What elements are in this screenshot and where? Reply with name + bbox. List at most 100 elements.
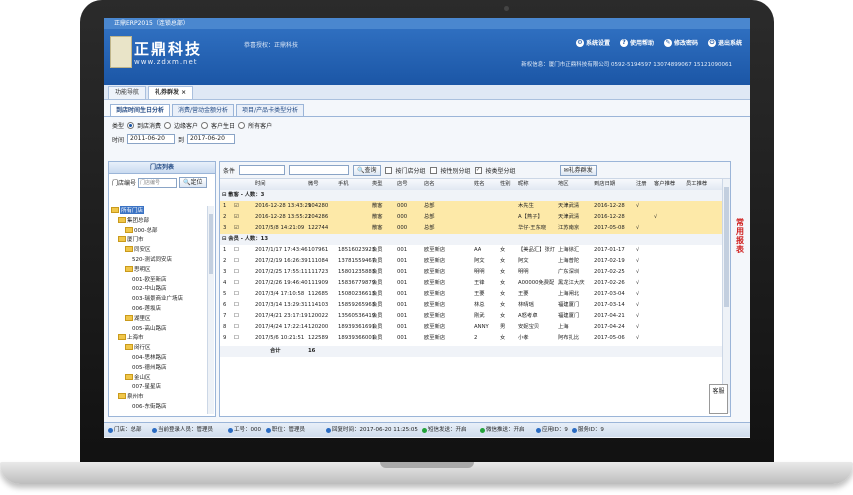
close-icon[interactable]: × — [181, 89, 186, 96]
tree-node[interactable]: 000-总部 — [125, 226, 157, 234]
condition-input[interactable] — [289, 165, 350, 175]
tree-node[interactable]: 002-中山路店 — [132, 284, 166, 292]
column-header[interactable]: 手机 — [338, 179, 349, 190]
column-header[interactable]: 类型 — [372, 179, 383, 190]
table-row[interactable]: 7 ☐ 2017/4/21 23:17:19 120022 13560536419 会员 0… — [220, 311, 722, 322]
tree-node[interactable]: 金山区 — [125, 373, 151, 381]
row-checkbox[interactable]: ☐ — [234, 256, 239, 267]
table-row[interactable]: 1 ☑ 2016-12-28 13:43:29 104280 散客 000 总部 木先生 天津武… — [220, 201, 722, 212]
tree-node[interactable]: 泉州市 — [118, 392, 144, 400]
tree-node[interactable]: 003-瑞景商业广场店 — [132, 294, 183, 302]
tree-node[interactable]: 001-欧至新店 — [132, 275, 166, 283]
table-row[interactable]: 3 ☐ 2017/2/25 17:55:11 111723 15801235883 会员 0… — [220, 267, 722, 278]
column-header[interactable]: 性别 — [500, 179, 511, 190]
row-checkbox[interactable]: ☐ — [234, 333, 239, 344]
tree-scroll-thumb[interactable] — [209, 214, 213, 274]
group-store-checkbox[interactable] — [384, 166, 392, 174]
table-row[interactable]: 2 ☐ 2017/2/19 16:26:39 111084 13781559467 会员 0… — [220, 256, 722, 267]
common-reports-tab[interactable]: 常用报表 — [734, 218, 746, 254]
tree-node[interactable]: 所有门店 — [111, 206, 145, 214]
logout-button[interactable]: ⏻ 退出系统 — [707, 38, 742, 47]
column-header[interactable]: 微号 — [308, 179, 319, 190]
radio-edge[interactable] — [164, 122, 172, 129]
grid-toolbar: 条件 🔍查询 按门店分组 按性别分组 ✓ 按类型分组 ✉礼券群发 — [220, 162, 730, 179]
table-row[interactable]: 6 ☐ 2017/3/14 13:29:31 114103 15859265963 会员 0… — [220, 300, 722, 311]
status-dot-icon — [152, 427, 157, 433]
row-checkbox[interactable]: ☐ — [234, 322, 239, 333]
row-checkbox[interactable]: ☑ — [234, 223, 239, 234]
column-header[interactable]: 注册 — [636, 179, 647, 190]
radio-visit[interactable] — [127, 122, 135, 129]
table-row[interactable]: 8 ☐ 2017/4/24 17:22:14 120200 18939361691 会员 0… — [220, 322, 722, 333]
change-password-button[interactable]: ✎ 修改密码 — [663, 38, 698, 47]
tree-node[interactable]: 闵行区 — [125, 343, 151, 351]
group-gender-checkbox[interactable] — [429, 166, 437, 174]
row-checkbox[interactable]: ☐ — [234, 289, 239, 300]
locate-button[interactable]: 🔍定位 — [179, 177, 207, 188]
tree-scrollbar[interactable] — [207, 206, 214, 414]
status-item: 服务ID：9 — [572, 423, 604, 437]
table-row[interactable]: 2 ☑ 2016-12-28 13:55:22 104286 散客 000 总部 A【燕子】 天… — [220, 212, 722, 223]
column-header[interactable]: 客户推荐 — [654, 179, 675, 190]
column-header[interactable]: 地区 — [558, 179, 569, 190]
tab-gift-coupon[interactable]: 礼券群发 × — [148, 86, 194, 99]
column-header[interactable]: 时间 — [255, 179, 266, 190]
tree-node[interactable]: 思明区 — [125, 265, 151, 273]
subtab-consumption[interactable]: 消费/营动金额分析 — [172, 104, 235, 116]
condition-select[interactable] — [239, 165, 286, 175]
column-header[interactable]: 姓名 — [474, 179, 485, 190]
column-header[interactable]: 到店日期 — [594, 179, 615, 190]
tree-node[interactable]: 厦门市 — [118, 235, 144, 243]
row-checkbox[interactable]: ☑ — [234, 212, 239, 223]
tree-node[interactable]: 湖里区 — [125, 314, 151, 322]
row-number: 9 — [223, 335, 227, 341]
group-label[interactable]: ⊟ 会员 - 人数：13 — [222, 234, 268, 245]
radio-birthday[interactable] — [201, 122, 209, 129]
row-checkbox[interactable]: ☐ — [234, 245, 239, 256]
date-from-input[interactable]: 2011-06-20 — [127, 134, 176, 144]
send-coupon-button[interactable]: ✉礼券群发 — [559, 164, 597, 176]
group-label[interactable]: ⊟ 散客 - 人数：3 — [222, 190, 264, 201]
tree-node[interactable]: 同安区 — [125, 245, 151, 253]
subtab-visit-time[interactable]: 到店时间生日分析 — [110, 104, 171, 116]
tree-node[interactable]: 007-星星店 — [132, 382, 161, 390]
row-number: 2 — [223, 258, 227, 264]
row-checkbox[interactable]: ☑ — [234, 201, 239, 212]
table-cell: 男 — [500, 324, 506, 330]
tree-node[interactable]: 006-东街路店 — [132, 402, 166, 410]
table-row[interactable]: 9 ☐ 2017/5/6 10:21:51 122589 18939366001 会员 00… — [220, 333, 722, 344]
tree-node[interactable]: 520-测试同安店 — [132, 255, 172, 263]
radio-all[interactable] — [238, 122, 246, 129]
tree-node[interactable]: 集团总部 — [118, 216, 149, 224]
group-type-checkbox[interactable]: ✓ — [474, 166, 482, 174]
settings-button[interactable]: ⚙ 系统设置 — [575, 38, 610, 47]
store-search-input[interactable]: 门店编号 — [138, 177, 178, 188]
table-row[interactable]: 4 ☐ 2017/2/26 19:46:40 111909 15836779879 会员 0… — [220, 278, 722, 289]
table-cell: 001 — [397, 280, 408, 286]
table-row[interactable]: 5 ☐ 2017/3/4 17:10:58 112685 15080236613 会员 00… — [220, 289, 722, 300]
column-header[interactable]: 昵称 — [518, 179, 529, 190]
row-checkbox[interactable]: ☐ — [234, 267, 239, 278]
row-checkbox[interactable]: ☐ — [234, 278, 239, 289]
column-header[interactable]: 员工推荐 — [686, 179, 707, 190]
subtab-product-card[interactable]: 项目/产品卡类型分析 — [236, 104, 305, 116]
table-row[interactable]: 3 ☑ 2017/5/8 14:21:09 122744 散客 000 总部 华仔·王东晓 江苏… — [220, 223, 722, 234]
column-header[interactable]: 店名 — [424, 179, 435, 190]
customer-service-button[interactable]: 客服 — [709, 384, 728, 414]
help-button[interactable]: ? 使用帮助 — [619, 38, 654, 47]
grid-scrollbar[interactable] — [722, 179, 730, 413]
tree-node[interactable]: 005-高山路店 — [132, 324, 166, 332]
tab-function-nav[interactable]: 功能导航 — [108, 86, 147, 99]
tree-node[interactable]: 004-思林路店 — [132, 353, 166, 361]
tree-node[interactable]: 上海市 — [118, 333, 144, 341]
date-to-input[interactable]: 2017-06-20 — [187, 134, 236, 144]
row-checkbox[interactable]: ☐ — [234, 311, 239, 322]
table-row[interactable]: 1 ☐ 2017/1/17 17:43:46 107961 18516023923 会员 0… — [220, 245, 722, 256]
tree-node[interactable]: 006-莲坂店 — [132, 304, 161, 312]
tree-node[interactable]: 005-德州路店 — [132, 363, 166, 371]
grid-scroll-thumb[interactable] — [724, 187, 729, 307]
row-checkbox[interactable]: ☐ — [234, 300, 239, 311]
table-cell: √ — [636, 324, 640, 330]
column-header[interactable]: 店号 — [397, 179, 408, 190]
query-button[interactable]: 🔍查询 — [353, 164, 381, 176]
